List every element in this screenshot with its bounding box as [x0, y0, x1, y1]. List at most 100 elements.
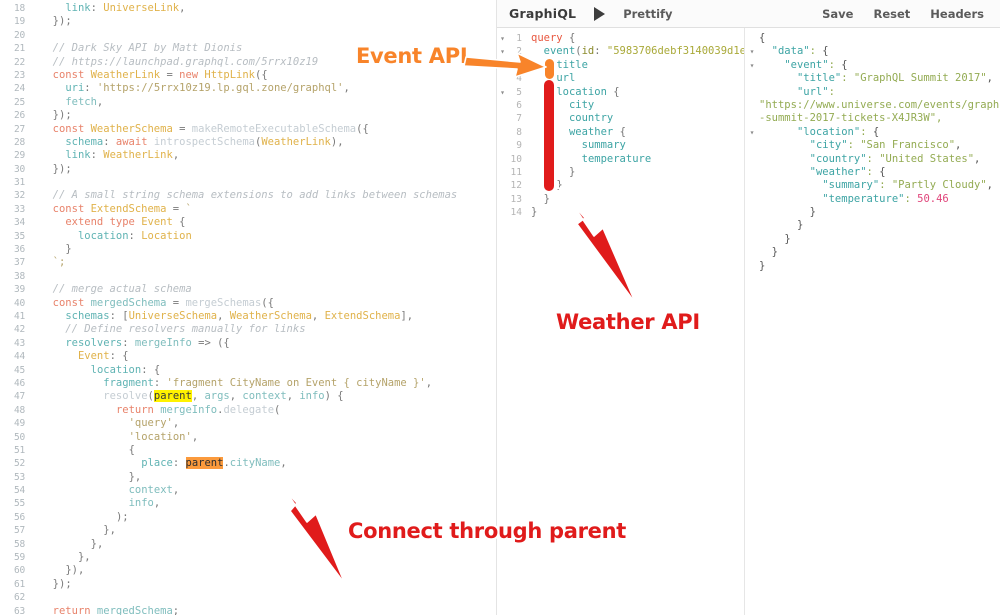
query-line: 12 }	[497, 179, 744, 192]
line-number: 10	[510, 153, 522, 165]
code-line: 41 schemas: [UniverseSchema, WeatherSche…	[0, 310, 496, 323]
code-text: link: UniverseLink,	[65, 2, 186, 14]
code-editor-content[interactable]: 18 link: UniverseLink, 19 }); 20 21 // Dar…	[0, 0, 496, 615]
query-text: }	[556, 179, 563, 192]
fold-toggle-icon[interactable]: ▾	[497, 32, 508, 45]
query-line: 6 city	[497, 99, 744, 112]
result-line: "title": "GraphQL Summit 2017",	[745, 72, 1000, 85]
line-number: 41	[13, 310, 25, 322]
fold-toggle-icon	[745, 219, 759, 232]
fold-toggle-icon[interactable]: ▾	[497, 86, 508, 99]
code-line: 52 place: parent.cityName,	[0, 457, 496, 470]
line-number: 33	[13, 203, 25, 215]
line-number: 45	[13, 364, 25, 376]
fold-toggle-icon	[497, 179, 508, 192]
line-number: 5	[516, 86, 522, 98]
line-number: 34	[13, 217, 25, 229]
prettify-button[interactable]: Prettify	[623, 7, 672, 21]
code-text: location: {	[90, 363, 161, 376]
line-number: 12	[510, 180, 522, 192]
query-text: location {	[556, 85, 620, 98]
code-text: extend type Event {	[65, 216, 186, 229]
code-line: 57 },	[0, 524, 496, 537]
line-number: 11	[510, 166, 522, 178]
query-line: 3 title	[497, 59, 744, 72]
fold-toggle-icon	[497, 139, 508, 152]
fold-toggle-icon[interactable]: ▾	[497, 45, 508, 58]
fold-toggle-icon	[745, 72, 759, 85]
line-number: 49	[13, 418, 25, 430]
code-text: );	[115, 510, 129, 523]
result-line: "country": "United States",	[745, 153, 1000, 166]
code-editor-pane[interactable]: 18 link: UniverseLink, 19 }); 20 21 // Dar…	[0, 0, 497, 615]
line-number: 38	[13, 270, 25, 282]
line-number: 32	[13, 190, 25, 202]
result-text: "city": "San Francisco",	[809, 139, 962, 152]
line-number: 24	[13, 83, 25, 95]
code-line: 48 return mergeInfo.delegate(	[0, 404, 496, 417]
code-line: 47 resolve(parent, args, context, info) …	[0, 390, 496, 403]
result-line: "summary": "Partly Cloudy",	[745, 179, 1000, 192]
result-line: "weather": {	[745, 166, 1000, 179]
query-editor-content[interactable]: ▾ 1 query {▾ 2 event(id: "5983706debf314003…	[497, 28, 744, 219]
line-number: 30	[13, 163, 25, 175]
result-viewer[interactable]: {▾ "data": {▾ "event": { "title": "Graph…	[745, 28, 1000, 615]
code-text: `;	[52, 256, 66, 269]
fold-toggle-icon[interactable]: ▾	[745, 126, 759, 139]
code-line: 23 const WeatherLink = new HttpLink({	[0, 69, 496, 82]
code-text: fragment: 'fragment CityName on Event { …	[103, 376, 433, 389]
fold-toggle-icon	[745, 246, 759, 259]
code-text: // Define resolvers manually for links	[65, 323, 306, 336]
headers-button[interactable]: Headers	[930, 7, 984, 21]
line-number: 42	[13, 324, 25, 336]
query-editor[interactable]: ▾ 1 query {▾ 2 event(id: "5983706debf314003…	[497, 28, 745, 615]
play-icon[interactable]	[594, 6, 606, 21]
save-button[interactable]: Save	[822, 7, 853, 21]
code-line: 61 });	[0, 578, 496, 591]
result-text: }	[796, 219, 804, 232]
code-line: 43 resolvers: mergeInfo => ({	[0, 337, 496, 350]
fold-toggle-icon	[745, 193, 759, 206]
fold-toggle-icon[interactable]: ▾	[745, 59, 759, 72]
code-line: 29 link: WeatherLink,	[0, 149, 496, 162]
result-line: ▾ "location": {	[745, 126, 1000, 139]
line-number: 35	[13, 230, 25, 242]
result-text: "location": {	[796, 125, 880, 138]
fold-toggle-icon	[745, 233, 759, 246]
code-line: 50 'location',	[0, 431, 496, 444]
fold-toggle-icon	[745, 86, 759, 99]
fold-toggle-icon	[497, 193, 508, 206]
line-number: 59	[13, 552, 25, 564]
query-text: city	[568, 98, 595, 111]
result-text: "temperature": 50.46	[822, 192, 949, 205]
fold-toggle-icon[interactable]: ▾	[745, 45, 759, 58]
result-text: {	[759, 32, 766, 44]
line-number: 31	[13, 177, 25, 189]
result-line: }	[745, 206, 1000, 219]
result-text: -summit-2017-tickets-X4JR3W",	[759, 112, 943, 125]
code-text: info,	[128, 497, 161, 510]
fold-toggle-icon	[497, 112, 508, 125]
code-line: 36 }	[0, 243, 496, 256]
code-text: },	[128, 470, 142, 483]
code-text: const WeatherLink = new HttpLink({	[52, 68, 268, 81]
result-line: }	[745, 246, 1000, 259]
code-text: // merge actual schema	[52, 283, 192, 296]
line-number: 39	[13, 284, 25, 296]
line-number: 47	[13, 391, 25, 403]
code-text: }	[65, 243, 72, 256]
code-text: });	[52, 109, 72, 122]
code-line: 58 },	[0, 538, 496, 551]
code-text: },	[90, 537, 104, 550]
reset-button[interactable]: Reset	[873, 7, 910, 21]
line-number: 1	[516, 33, 522, 44]
query-line: ▾ 1 query {	[497, 32, 744, 45]
line-number: 25	[13, 96, 25, 108]
result-viewer-content: {▾ "data": {▾ "event": { "title": "Graph…	[745, 28, 1000, 273]
query-line: ▾ 2 event(id: "5983706debf3140039d1e8b	[497, 45, 744, 58]
graphiql-body: ▾ 1 query {▾ 2 event(id: "5983706debf314003…	[497, 28, 1000, 615]
line-number: 44	[13, 351, 25, 363]
code-line: 44 Event: {	[0, 350, 496, 363]
